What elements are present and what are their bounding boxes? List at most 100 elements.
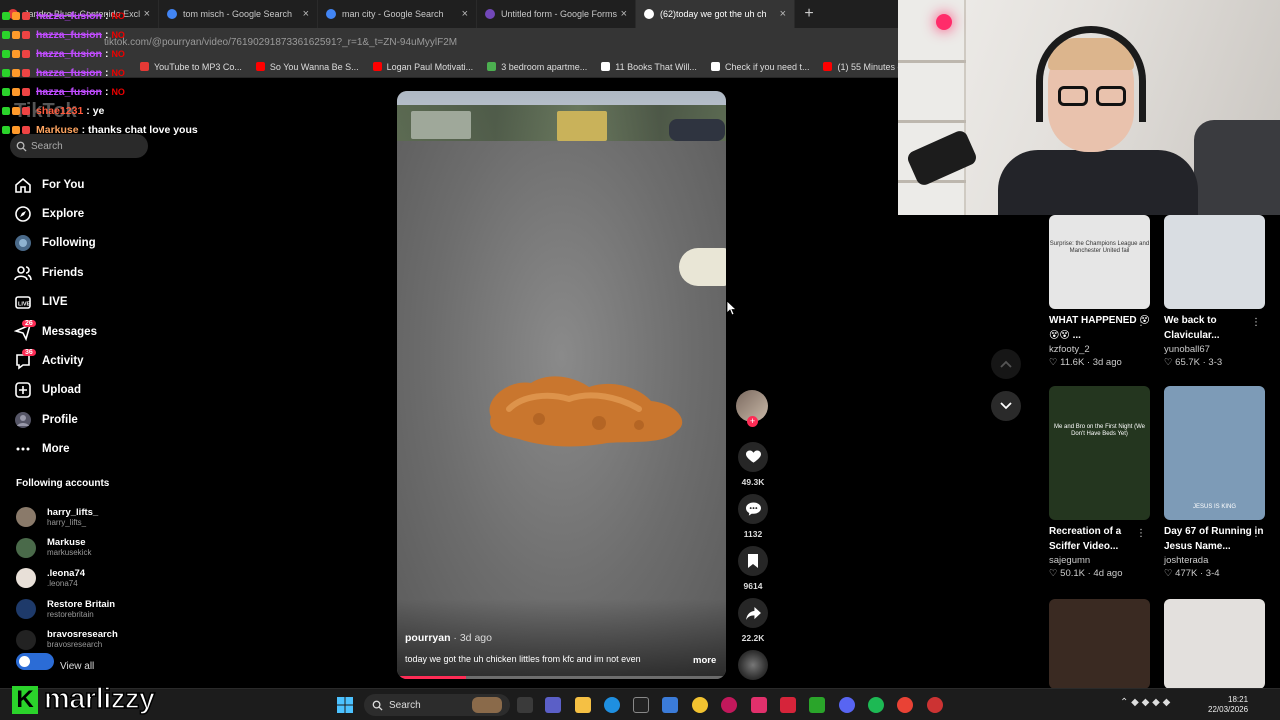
video-actions: + 49.3K 1132 9614 22.2K — [736, 390, 770, 643]
sidebar-item-more[interactable]: More — [12, 435, 97, 464]
more-options-icon[interactable]: ⋮ — [1136, 317, 1146, 328]
video-thumbnail[interactable] — [1164, 215, 1265, 309]
browser-tab[interactable]: Untitled form - Google Forms × — [477, 0, 636, 28]
chat-message: hazza_fusion: NO — [2, 63, 198, 82]
chat-badge-icon — [22, 106, 30, 115]
view-toggle[interactable] — [16, 653, 54, 670]
close-icon[interactable]: × — [780, 8, 786, 20]
chat-colon: : — [104, 66, 109, 79]
more-options-icon[interactable]: ⋮ — [1136, 528, 1146, 539]
clock[interactable]: 18:21 22/03/2026 — [1208, 695, 1248, 715]
browser-tab[interactable]: (62)today we got the uh ch × — [636, 0, 795, 28]
sidebar-item-label: Activity — [42, 355, 84, 368]
bookmark-item[interactable]: 11 Books That Will... — [601, 62, 697, 72]
video-progress-bar[interactable] — [397, 676, 726, 679]
video-thumbnail[interactable] — [1164, 599, 1265, 689]
recommended-video-card[interactable]: JESUS IS KING Day 67 of Running in Jesus … — [1164, 386, 1265, 579]
recommended-video-card[interactable]: Me and Bro on the First Night (We Don't … — [1049, 386, 1150, 579]
following-account[interactable]: harry_lifts_ harry_lifts_ — [16, 502, 118, 533]
following-account[interactable]: Restore Britain restorebritain — [16, 594, 118, 625]
discord-icon[interactable] — [839, 697, 855, 713]
windows-start-icon[interactable] — [337, 697, 353, 713]
following-account[interactable]: bravosresearch bravosresearch — [16, 624, 118, 655]
instagram-icon[interactable] — [751, 697, 767, 713]
chat-message: shae1231: ye — [2, 101, 198, 120]
following-account[interactable]: Markuse markusekick — [16, 533, 118, 564]
video-building — [411, 111, 471, 139]
card-stats: ♡ 65.7K · 3-3 — [1164, 357, 1223, 368]
following-accounts-title: Following accounts — [16, 478, 110, 489]
following-account[interactable]: .leona74 .leona74 — [16, 563, 118, 594]
like-button[interactable]: 49.3K — [736, 442, 770, 487]
card-info: We back to Clavicular... ⋮ yunoball67 ♡ 65.… — [1164, 313, 1265, 368]
meet-icon[interactable] — [545, 697, 561, 713]
chat-badge-icon — [12, 49, 20, 58]
save-button[interactable]: 9614 — [736, 546, 770, 591]
close-icon[interactable]: × — [621, 8, 627, 20]
tab-title: man city - Google Search — [342, 9, 444, 19]
edge-icon[interactable] — [604, 697, 620, 713]
view-all-link[interactable]: View all — [60, 661, 94, 672]
weather-widget-icon[interactable] — [472, 697, 502, 713]
sidebar-item-following[interactable]: Following — [12, 229, 97, 258]
video-thumbnail[interactable]: JESUS IS KING — [1164, 386, 1265, 520]
sidebar-item-messages[interactable]: Messages 26 — [12, 317, 97, 346]
chat-colon: : — [104, 85, 109, 98]
recommended-video-card[interactable]: Surprise: the Champions League and Manch… — [1049, 215, 1150, 368]
follow-plus-icon[interactable]: + — [747, 416, 758, 427]
video-thumbnail[interactable]: Surprise: the Champions League and Manch… — [1049, 215, 1150, 309]
adobe-icon[interactable] — [780, 697, 796, 713]
close-icon[interactable]: × — [303, 8, 309, 20]
recommended-video-card[interactable] — [1049, 599, 1150, 689]
video-thumbnail[interactable]: Me and Bro on the First Night (We Don't … — [1049, 386, 1150, 520]
video-author[interactable]: pourryan · 3d ago — [405, 632, 492, 644]
card-stats: ♡ 477K · 3-4 — [1164, 568, 1220, 579]
xbox-icon[interactable] — [809, 697, 825, 713]
comment-button[interactable]: 1132 — [736, 494, 770, 539]
previous-video-button[interactable] — [991, 349, 1021, 379]
music-disc-icon[interactable] — [738, 650, 768, 680]
sidebar-item-for-you[interactable]: For You — [12, 170, 97, 199]
browser-tab[interactable]: man city - Google Search × — [318, 0, 477, 28]
recommended-video-card[interactable] — [1164, 599, 1265, 689]
sidebar-item-activity[interactable]: Activity 36 — [12, 346, 97, 375]
terminal-icon[interactable] — [633, 697, 649, 713]
sidebar-item-friends[interactable]: Friends — [12, 258, 97, 287]
sidebar-item-profile[interactable]: Profile — [12, 405, 97, 434]
video-thumbnail[interactable] — [1049, 599, 1150, 689]
system-tray-icons[interactable]: ⌃ ◆ ◆ ◆ ◆ — [1120, 697, 1180, 713]
bookmark-item[interactable]: Check if you need t... — [710, 62, 809, 72]
bookmark-item[interactable]: 3 bedroom apartme... — [487, 62, 587, 72]
opera-icon[interactable] — [721, 697, 737, 713]
caption-more-button[interactable]: more — [693, 655, 716, 666]
sidebar-item-explore[interactable]: Explore — [12, 199, 97, 228]
file-explorer-icon[interactable] — [575, 697, 591, 713]
obs-icon[interactable] — [927, 697, 943, 713]
chat-emote: NO — [111, 86, 125, 97]
chat-badge-icon — [12, 11, 20, 20]
bookmark-item[interactable]: Logan Paul Motivati... — [372, 62, 473, 72]
new-tab-button[interactable]: + — [795, 5, 823, 23]
post-age: · 3d ago — [450, 632, 492, 644]
bookmark-item[interactable]: So You Wanna Be S... — [255, 62, 359, 72]
sidebar-item-upload[interactable]: Upload — [12, 376, 97, 405]
share-button[interactable]: 22.2K — [736, 598, 770, 643]
store-icon[interactable] — [662, 697, 678, 713]
recommended-video-card[interactable]: We back to Clavicular... ⋮ yunoball67 ♡ 65.… — [1164, 215, 1265, 368]
more-options-icon[interactable]: ⋮ — [1251, 528, 1261, 539]
sidebar-item-label: Profile — [42, 413, 78, 426]
chat-message: hazza_fusion: NO — [2, 44, 198, 63]
chrome-icon[interactable] — [897, 697, 913, 713]
card-author: joshterada — [1164, 555, 1209, 566]
chat-message: hazza_fusion: NO — [2, 25, 198, 44]
app-icon[interactable] — [692, 697, 708, 713]
sidebar-item-live[interactable]: LIVE LIVE — [12, 288, 97, 317]
task-view-icon[interactable] — [517, 697, 533, 713]
account-handle: .leona74 — [47, 578, 78, 588]
next-video-button[interactable] — [991, 391, 1021, 421]
video-player[interactable]: pourryan · 3d ago today we got the uh ch… — [397, 91, 726, 679]
close-icon[interactable]: × — [462, 8, 468, 20]
spotify-icon[interactable] — [868, 697, 884, 713]
more-options-icon[interactable]: ⋮ — [1251, 317, 1261, 328]
creator-avatar[interactable]: + — [736, 390, 768, 427]
